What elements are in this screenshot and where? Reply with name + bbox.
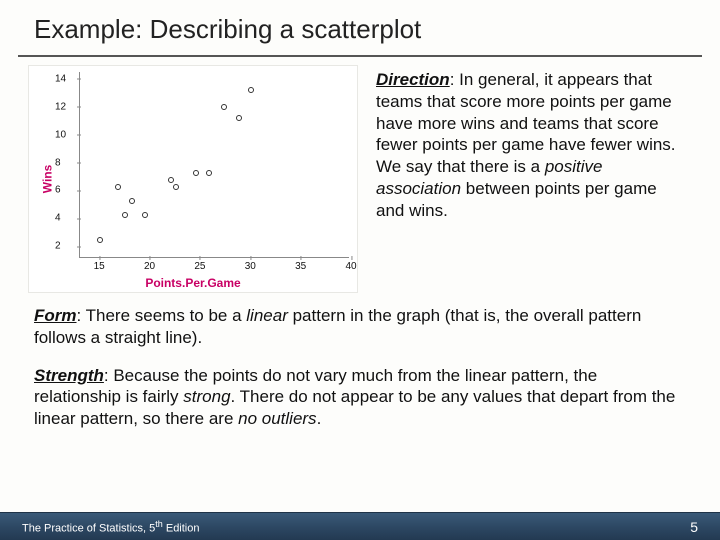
slide-title: Example: Describing a scatterplot [34,14,720,45]
data-point [173,184,179,190]
x-tick: 40 [345,261,356,272]
strength-text-3: . [317,409,322,428]
data-point [193,170,199,176]
data-point [122,212,128,218]
direction-paragraph: Direction: In general, it appears that t… [376,65,692,293]
no-outliers-term: no outliers [238,409,316,428]
y-tick: 10 [55,129,66,140]
data-point [142,212,148,218]
linear-term: linear [246,306,288,325]
book-title: The Practice of Statistics, 5 [22,522,155,534]
data-point [115,184,121,190]
x-tick: 20 [144,261,155,272]
data-point [168,177,174,183]
strong-term: strong [183,387,230,406]
x-tick: 30 [245,261,256,272]
page-number: 5 [690,519,698,535]
y-axis-label: Wins [40,165,54,194]
x-tick: 25 [194,261,205,272]
x-tick: 35 [295,261,306,272]
strength-paragraph: Strength: Because the points do not vary… [34,365,686,430]
form-paragraph: Form: There seems to be a linear pattern… [34,305,686,349]
strength-label: Strength [34,366,104,385]
edition-ordinal: th [155,519,163,529]
y-tick: 14 [55,73,66,84]
x-tick: 15 [94,261,105,272]
data-point [206,170,212,176]
y-tick: 8 [55,157,61,168]
y-tick: 12 [55,101,66,112]
y-tick: 4 [55,213,61,224]
data-point [236,115,242,121]
data-point [248,87,254,93]
form-text-1: : There seems to be a [77,306,247,325]
slide-footer: The Practice of Statistics, 5th Edition … [0,512,720,540]
plot-area [79,72,349,258]
y-tick: 6 [55,185,61,196]
data-point [129,198,135,204]
direction-label: Direction [376,70,450,89]
scatterplot-chart: Wins Points.Per.Game 2 4 6 8 10 12 14 15 20 25 30 3… [28,65,358,293]
y-tick: 2 [55,241,61,252]
x-axis-label: Points.Per.Game [145,276,240,290]
data-point [221,104,227,110]
data-point [97,237,103,243]
form-label: Form [34,306,77,325]
book-citation: The Practice of Statistics, 5th Edition [22,519,200,535]
edition-word: Edition [163,522,200,534]
